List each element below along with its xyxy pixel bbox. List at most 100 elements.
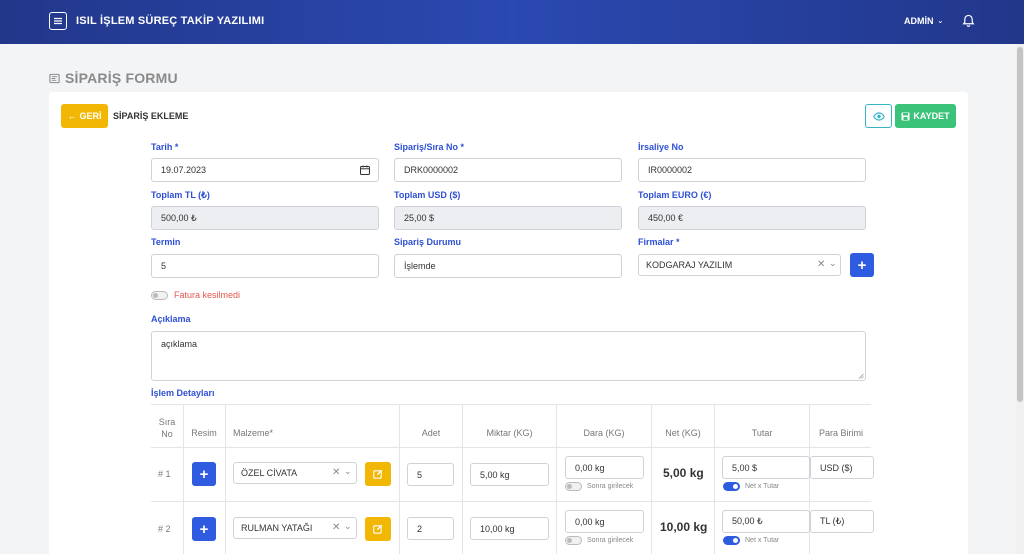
edit-malzeme-button[interactable] (365, 517, 391, 541)
dara-note: Sonra girilecek (587, 483, 634, 490)
back-button[interactable]: ← GERİ (61, 104, 108, 128)
malzeme-value: ÖZEL CİVATA (241, 468, 298, 478)
edit-icon (373, 469, 383, 479)
save-button[interactable]: KAYDET (895, 104, 956, 128)
dara-input[interactable]: 0,00 kg (565, 456, 644, 479)
col-divider (225, 404, 226, 554)
dara-input[interactable]: 0,00 kg (565, 510, 644, 533)
tarih-value: 19.07.2023 (161, 165, 207, 175)
siparis-no-label: Sipariş/Sıra No * (394, 142, 465, 152)
back-button-label: GERİ (79, 111, 102, 121)
toggle-knob (733, 484, 738, 489)
col-divider (183, 404, 184, 554)
siparis-no-value: DRK0000002 (404, 165, 459, 175)
toggle-knob (733, 538, 738, 543)
toplam-usd-field: 25,00 $ (394, 206, 622, 230)
plus-icon: + (199, 465, 209, 483)
col-header-net: Net (KG) (665, 428, 701, 438)
col-divider (714, 404, 715, 554)
dara-value: 0,00 kg (575, 516, 605, 527)
clear-icon[interactable]: ✕ (817, 259, 825, 270)
adet-input[interactable]: 2 (407, 517, 454, 540)
row-number: # 1 (158, 469, 171, 479)
col-header-para-birimi: Para Birimi (818, 428, 863, 438)
add-image-button[interactable]: + (192, 517, 216, 541)
toplam-euro-field: 450,00 € (638, 206, 866, 230)
scrollbar-thumb[interactable] (1017, 47, 1023, 402)
col-header-sira-no: Sıra No (158, 417, 176, 439)
eye-icon (872, 111, 885, 121)
save-button-label: KAYDET (913, 111, 950, 121)
resize-handle-icon[interactable] (858, 373, 864, 379)
calendar-icon[interactable] (360, 165, 370, 175)
app-title: ISIL İŞLEM SÜREÇ TAKİP YAZILIMI (76, 15, 265, 27)
col-header-adet: Adet (421, 428, 441, 438)
clear-icon[interactable]: ✕ (332, 467, 340, 478)
user-menu[interactable]: ADMİN (904, 16, 934, 26)
irsaliye-no-label: İrsaliye No (638, 142, 684, 152)
dara-toggle[interactable] (565, 482, 582, 491)
form-icon (49, 73, 60, 83)
miktar-value: 10,00 kg (480, 523, 515, 534)
col-header-miktar: Miktar (KG) (486, 428, 533, 438)
page-title: SİPARİŞ FORMU (65, 70, 178, 86)
col-header-resim: Resim (191, 428, 217, 438)
firmalar-label: Firmalar * (638, 237, 680, 247)
preview-button[interactable] (865, 104, 892, 128)
toggle-knob (567, 484, 572, 489)
card-title: SİPARİŞ EKLEME (113, 111, 189, 121)
edit-malzeme-button[interactable] (365, 462, 391, 486)
toplam-euro-value: 450,00 € (648, 213, 684, 223)
row-number: # 2 (158, 524, 171, 534)
chevron-down-icon[interactable]: ⌄ (344, 466, 352, 477)
clear-icon[interactable]: ✕ (332, 522, 340, 533)
tutar-input[interactable]: 5,00 $ (722, 456, 810, 479)
tutar-input[interactable]: 50,00 ₺ (722, 510, 810, 533)
firmalar-value: KODGARAJ YAZILIM (646, 260, 733, 270)
edit-icon (373, 524, 383, 534)
chevron-down-icon[interactable]: ⌄ (344, 521, 352, 532)
termin-input[interactable]: 5 (151, 254, 379, 278)
siparis-durumu-label: Sipariş Durumu (394, 237, 462, 247)
miktar-input[interactable]: 5,00 kg (470, 463, 549, 486)
toplam-usd-label: Toplam USD ($) (394, 190, 461, 200)
siparis-durumu-value: İşlemde (404, 261, 436, 271)
bell-icon[interactable] (962, 14, 975, 28)
tarih-input[interactable]: 19.07.2023 (151, 158, 379, 182)
col-divider (556, 404, 557, 554)
miktar-input[interactable]: 10,00 kg (470, 517, 549, 540)
tutar-toggle[interactable] (723, 482, 740, 491)
col-header-malzeme: Malzeme* (233, 428, 274, 438)
adet-input[interactable]: 5 (407, 463, 454, 486)
col-divider (462, 404, 463, 554)
toplam-tl-value: 500,00 ₺ (161, 212, 197, 223)
aciklama-value: açıklama (161, 339, 198, 349)
para-birimi-select[interactable]: TL (₺) (810, 510, 874, 533)
malzeme-select[interactable]: RULMAN YATAĞI ✕ ⌄ (233, 517, 357, 539)
chevron-down-icon[interactable]: ⌄ (937, 16, 944, 25)
malzeme-select[interactable]: ÖZEL CİVATA ✕ ⌄ (233, 462, 357, 484)
irsaliye-no-value: IR0000002 (648, 165, 693, 175)
aciklama-textarea[interactable]: açıklama (151, 331, 866, 381)
add-image-button[interactable]: + (192, 462, 216, 486)
menu-icon[interactable] (49, 12, 67, 30)
details-label: İşlem Detayları (151, 388, 215, 398)
miktar-value: 5,00 kg (480, 469, 510, 480)
tutar-toggle[interactable] (723, 536, 740, 545)
firmalar-select[interactable]: KODGARAJ YAZILIM ✕ ⌄ (638, 254, 841, 276)
dara-note: Sonra girilecek (587, 537, 634, 544)
termin-label: Termin (151, 237, 181, 247)
fatura-toggle[interactable] (151, 291, 168, 300)
toplam-tl-label: Toplam TL (₺) (151, 190, 210, 200)
irsaliye-no-input[interactable]: IR0000002 (638, 158, 866, 182)
net-value: 10,00 kg (660, 520, 708, 534)
dara-toggle[interactable] (565, 536, 582, 545)
arrow-left-icon: ← (67, 111, 77, 121)
siparis-durumu-input[interactable]: İşlemde (394, 254, 622, 278)
chevron-down-icon[interactable]: ⌄ (829, 258, 837, 269)
add-firma-button[interactable]: + (850, 253, 874, 277)
tutar-value: 5,00 $ (732, 462, 758, 473)
siparis-no-input[interactable]: DRK0000002 (394, 158, 622, 182)
para-birimi-select[interactable]: USD ($) (810, 456, 874, 479)
adet-value: 2 (417, 523, 423, 534)
